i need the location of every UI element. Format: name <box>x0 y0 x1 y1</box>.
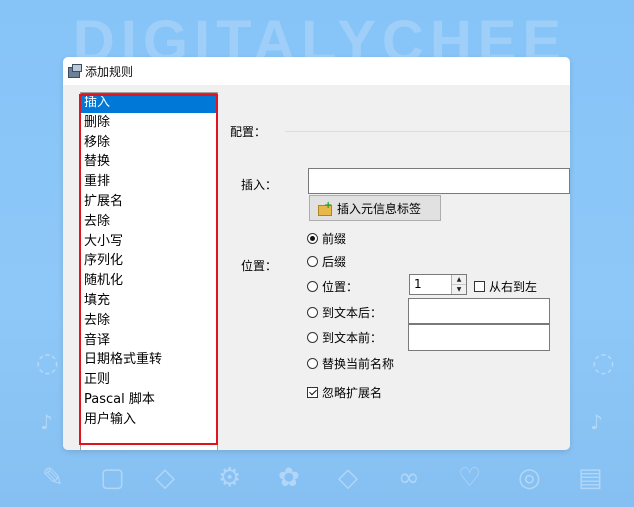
list-item-remove[interactable]: 移除 <box>81 133 217 153</box>
spinner-buttons: ▲ ▼ <box>451 275 466 294</box>
position-value[interactable]: 1 <box>414 277 422 291</box>
rule-list[interactable]: 插入 删除 移除 替换 重排 扩展名 去除 大小写 序列化 随机化 填充 去除 … <box>80 92 218 450</box>
list-item-regex[interactable]: 正则 <box>81 370 217 390</box>
radio-after-text[interactable] <box>307 307 318 318</box>
position-spinner[interactable]: 1 ▲ ▼ <box>409 274 467 295</box>
decorative-icon: ∞ <box>398 463 420 493</box>
decorative-icon: ✿ <box>278 463 300 493</box>
option-suffix-label: 后缀 <box>322 255 347 269</box>
dialog-body: 插入 删除 移除 替换 重排 扩展名 去除 大小写 序列化 随机化 填充 去除 … <box>63 85 570 450</box>
config-section-label: 配置： <box>230 125 267 139</box>
list-item-serialize[interactable]: 序列化 <box>81 251 217 271</box>
list-item-insert[interactable]: 插入 <box>81 93 217 113</box>
decorative-icon: ⚙ <box>218 463 242 493</box>
insert-label: 插入： <box>241 178 278 192</box>
radio-position[interactable] <box>307 281 318 292</box>
right-to-left-label: 从右到左 <box>489 280 538 294</box>
option-prefix-label: 前缀 <box>322 232 347 246</box>
list-item-transliterate[interactable]: 音译 <box>81 331 217 351</box>
option-position-label: 位置： <box>322 280 359 294</box>
decorative-icon: ▤ <box>578 463 603 493</box>
decorative-icon: ◌ <box>36 348 59 378</box>
right-to-left-checkbox[interactable] <box>474 281 485 292</box>
list-item-padding[interactable]: 填充 <box>81 291 217 311</box>
option-suffix[interactable]: 后缀 <box>307 253 346 270</box>
radio-before-text[interactable] <box>307 332 318 343</box>
decorative-icon: ◎ <box>518 463 541 493</box>
list-item-rearrange[interactable]: 重排 <box>81 172 217 192</box>
folder-add-icon: + <box>318 200 332 216</box>
title-bar[interactable]: 添加规则 <box>63 57 570 85</box>
option-after-text-label: 到文本后： <box>322 306 383 320</box>
decorative-icon: ◇ <box>338 463 358 493</box>
option-prefix[interactable]: 前缀 <box>307 230 346 247</box>
option-after-text[interactable]: 到文本后： <box>307 304 382 321</box>
list-item-user-input[interactable]: 用户输入 <box>81 410 217 430</box>
ignore-extension-label: 忽略扩展名 <box>322 386 383 400</box>
decorative-icon: ◇ <box>155 463 175 493</box>
position-label: 位置： <box>241 259 278 273</box>
decorative-icon: ♪ <box>590 410 603 434</box>
decorative-icon: ▢ <box>100 463 125 493</box>
list-item-extension[interactable]: 扩展名 <box>81 192 217 212</box>
insert-text-field[interactable] <box>308 168 570 194</box>
insert-meta-tag-label: 插入元信息标签 <box>337 201 422 216</box>
list-item-strip[interactable]: 去除 <box>81 212 217 232</box>
decorative-icon: ♡ <box>458 463 482 493</box>
list-item-pascal-script[interactable]: Pascal 脚本 <box>81 390 217 410</box>
list-item-clean-up[interactable]: 去除 <box>81 311 217 331</box>
radio-suffix[interactable] <box>307 256 318 267</box>
radio-replace-name[interactable] <box>307 358 318 369</box>
list-item-randomize[interactable]: 随机化 <box>81 271 217 291</box>
option-replace-name[interactable]: 替换当前名称 <box>307 355 394 372</box>
ignore-extension-checkbox[interactable] <box>307 387 318 398</box>
list-item-replace[interactable]: 替换 <box>81 152 217 172</box>
option-before-text[interactable]: 到文本前： <box>307 329 382 346</box>
right-to-left-option[interactable]: 从右到左 <box>474 278 537 295</box>
after-text-field[interactable] <box>408 298 550 324</box>
before-text-field[interactable] <box>408 324 550 351</box>
ignore-extension-option[interactable]: 忽略扩展名 <box>307 384 382 401</box>
insert-meta-tag-button[interactable]: + 插入元信息标签 <box>309 195 441 221</box>
option-replace-name-label: 替换当前名称 <box>322 357 395 371</box>
option-before-text-label: 到文本前： <box>322 331 383 345</box>
spin-up-icon[interactable]: ▲ <box>452 275 466 285</box>
radio-prefix[interactable] <box>307 233 318 244</box>
decorative-icon: ♪ <box>40 410 53 434</box>
config-divider <box>285 131 570 132</box>
decorative-icon: ✎ <box>42 463 64 493</box>
spin-down-icon[interactable]: ▼ <box>452 285 466 294</box>
list-item-reformat-date[interactable]: 日期格式重转 <box>81 350 217 370</box>
list-item-case[interactable]: 大小写 <box>81 232 217 252</box>
window-title: 添加规则 <box>85 64 134 79</box>
list-item-delete[interactable]: 删除 <box>81 113 217 133</box>
add-rule-dialog: 添加规则 插入 删除 移除 替换 重排 扩展名 去除 大小写 序列化 随机化 填… <box>63 57 570 450</box>
decorative-icon: ◌ <box>592 348 615 378</box>
app-icon <box>67 64 82 78</box>
option-position[interactable]: 位置： <box>307 278 358 295</box>
